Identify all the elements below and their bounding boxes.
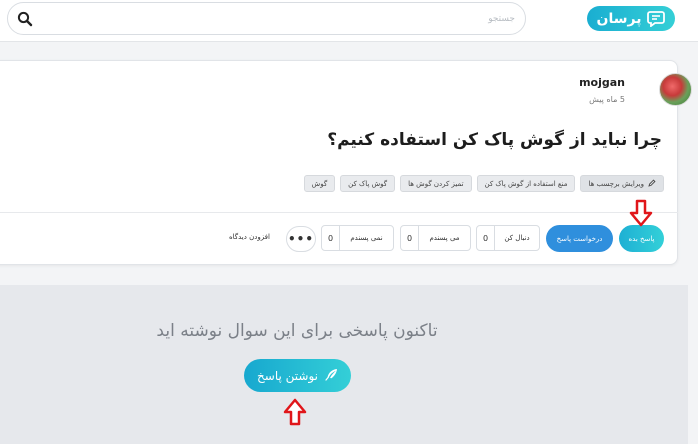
add-comment-link[interactable]: افزودن دیدگاه xyxy=(229,233,270,241)
answer-button[interactable]: پاسخ بده xyxy=(619,225,664,252)
arrow-up-icon xyxy=(283,398,307,426)
write-answer-label: نوشتن پاسخ xyxy=(257,368,318,383)
search-bar[interactable] xyxy=(7,2,526,35)
search-icon[interactable] xyxy=(16,10,34,28)
follow-count: 0 xyxy=(477,226,495,250)
like-label: می پسندم xyxy=(429,234,460,242)
tag-item[interactable]: تمیز کردن گوش ها xyxy=(400,175,472,192)
more-options-button[interactable]: ••• xyxy=(286,226,316,252)
edit-tags-button[interactable]: ویرایش برچسب ها xyxy=(580,175,664,192)
card-divider xyxy=(0,212,678,213)
follow-button[interactable]: 0 دنبال کن xyxy=(476,225,540,251)
pencil-icon xyxy=(648,178,656,189)
like-count: 0 xyxy=(401,226,419,250)
edit-tags-label: ویرایش برچسب ها xyxy=(588,179,644,188)
avatar[interactable] xyxy=(659,73,692,106)
search-input[interactable] xyxy=(45,9,515,29)
chat-bubble-icon xyxy=(647,10,666,28)
tag-item[interactable]: منع استفاده از گوش پاک کن xyxy=(476,175,576,192)
request-answer-button[interactable]: درخواست پاسخ xyxy=(546,225,613,252)
post-time: 5 ماه پیش xyxy=(589,95,625,104)
logo-text: پرسان xyxy=(596,10,642,27)
like-button[interactable]: 0 می پسندم xyxy=(400,225,471,251)
author-name[interactable]: mojgan xyxy=(579,76,625,89)
write-answer-button[interactable]: نوشتن پاسخ xyxy=(244,359,351,392)
dislike-label: نمی پسندم xyxy=(350,234,383,242)
feather-icon xyxy=(325,368,338,384)
follow-label: دنبال کن xyxy=(504,234,530,242)
arrow-down-icon xyxy=(629,199,653,227)
dislike-button[interactable]: 0 نمی پسندم xyxy=(321,225,394,251)
tag-item[interactable]: گوش پاک کن xyxy=(340,175,396,192)
no-answer-message: تاکنون پاسخی برای این سوال نوشته اید xyxy=(156,321,438,341)
question-title: چرا نباید از گوش پاک کن استفاده کنیم؟ xyxy=(327,130,662,150)
site-logo[interactable]: پرسان xyxy=(587,6,675,31)
tag-item[interactable]: گوش xyxy=(303,175,336,192)
dislike-count: 0 xyxy=(322,226,340,250)
tag-list: گوش گوش پاک کن تمیز کردن گوش ها منع استف… xyxy=(303,175,664,192)
top-header: پرسان xyxy=(0,0,698,42)
